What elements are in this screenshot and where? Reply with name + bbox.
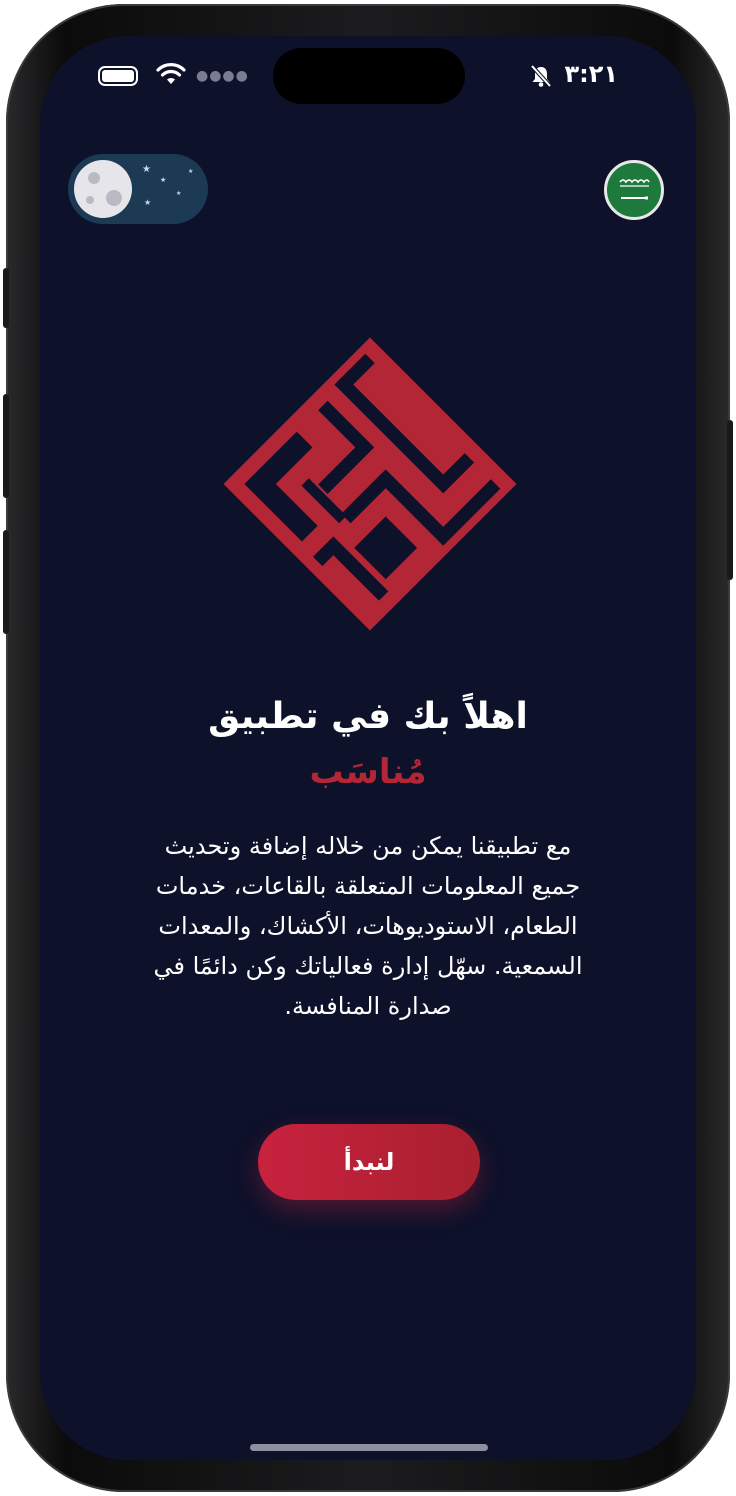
star-icon: ★ (160, 176, 167, 184)
bell-slash-icon (530, 64, 552, 88)
star-icon: ★ (188, 168, 194, 175)
home-indicator[interactable] (250, 1444, 488, 1451)
app-name: مُناسَب (309, 752, 427, 792)
power-button (727, 420, 733, 580)
moon-icon (74, 160, 132, 218)
app-description: مع تطبيقنا يمكن من خلاله إضافة وتحديث جم… (153, 832, 583, 1020)
status-time: ٣:٢١ (564, 60, 618, 88)
battery-icon (98, 66, 138, 86)
status-bar: ●●●● ٣:٢١ (40, 36, 696, 116)
saudi-flag-icon[interactable] (604, 160, 664, 220)
volume-up-button (3, 394, 9, 498)
start-button[interactable]: لنبدأ (258, 1124, 480, 1200)
star-icon: ★ (176, 190, 182, 197)
kufic-logo-icon (223, 337, 517, 631)
action-button (3, 268, 9, 328)
volume-down-button (3, 530, 9, 634)
star-icon: ★ (144, 198, 152, 207)
star-icon: ★ (142, 164, 151, 175)
wifi-icon (156, 63, 186, 84)
theme-toggle[interactable]: ★ ★ ★ ★ ★ (68, 154, 208, 224)
signal-dots-icon: ●●●● (196, 68, 249, 84)
app-screen: ●●●● ٣:٢١ ★ ★ ★ ★ ★ اهلاً بك في تطبيق مُ… (40, 36, 696, 1460)
dynamic-island (273, 48, 465, 104)
welcome-heading: اهلاً بك في تطبيق (208, 696, 528, 737)
